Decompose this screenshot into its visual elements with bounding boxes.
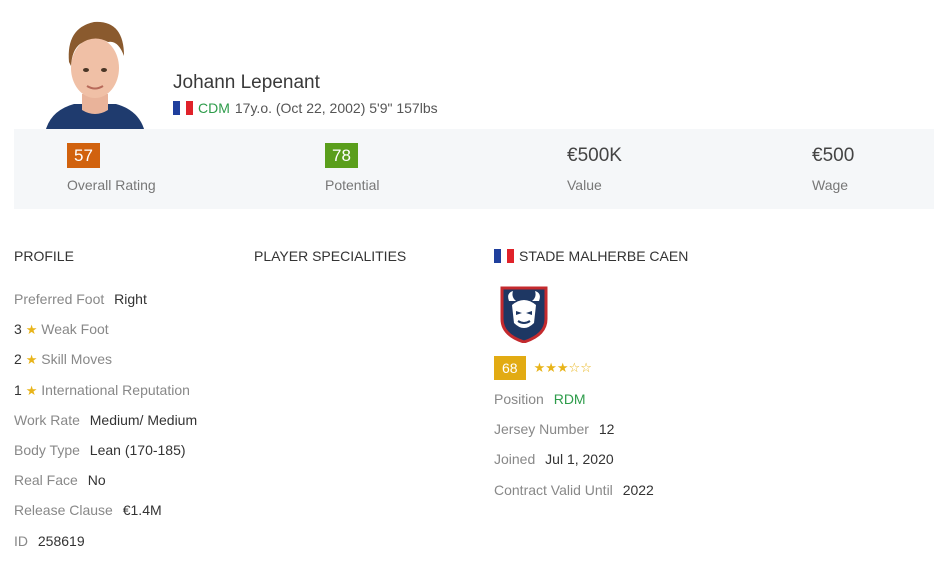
profile-row-work-rate: Work Rate Medium/ Medium — [14, 412, 197, 442]
club-rating: 68 ★★★☆☆ — [494, 356, 592, 380]
stat-label: Wage — [812, 177, 849, 193]
player-position-link[interactable]: CDM — [198, 100, 230, 116]
star-empty-icon: ☆ — [580, 360, 592, 375]
jersey-number-label: Jersey Number — [494, 421, 589, 438]
star-filled-icon: ★ — [556, 360, 569, 375]
stat-label: Value — [567, 177, 602, 193]
player-photo — [46, 21, 144, 129]
profile-row-release-clause: Release Clause €1.4M — [14, 502, 197, 532]
id-label: ID — [14, 532, 28, 549]
star-filled-icon: ★ — [545, 360, 557, 375]
joined-label: Joined — [494, 451, 536, 468]
profile-row-real-face: Real Face No — [14, 472, 197, 502]
weak-foot-value: 3 — [14, 321, 22, 338]
stat-potential: 78 Potential — [325, 143, 379, 193]
overall-rating-badge: 57 — [67, 143, 100, 168]
skill-moves-value: 2 — [14, 351, 22, 368]
club-rating-badge: 68 — [494, 356, 526, 380]
club-heading[interactable]: STADE MALHERBE CAEN — [494, 248, 688, 264]
club-crest-icon[interactable] — [499, 285, 549, 343]
profile-heading: PROFILE — [14, 248, 74, 264]
player-name: Johann Lepenant — [173, 72, 320, 93]
star-icon: ★ — [25, 322, 38, 338]
contract-value: 2022 — [622, 481, 654, 498]
profile-row-skill-moves: 2 ★ Skill Moves — [14, 351, 197, 381]
france-flag-icon — [494, 249, 515, 263]
stat-wage: €500 Wage — [812, 143, 854, 193]
profile-list: Preferred Foot Right 3 ★ Weak Foot 2 ★ S… — [14, 291, 197, 563]
france-flag-icon — [173, 101, 194, 115]
jersey-number-value: 12 — [598, 421, 615, 438]
preferred-foot-label: Preferred Foot — [14, 291, 105, 307]
club-position-label: Position — [494, 391, 544, 407]
profile-row-intl-rep: 1 ★ International Reputation — [14, 382, 197, 412]
preferred-foot-value: Right — [114, 291, 147, 307]
club-position-link[interactable]: RDM — [554, 391, 586, 407]
player-meta: CDM 17y.o. (Oct 22, 2002) 5'9" 157lbs — [173, 100, 438, 116]
joined-value: Jul 1, 2020 — [545, 451, 614, 468]
wage-amount: €500 — [812, 145, 855, 166]
star-icon: ★ — [25, 382, 38, 398]
profile-row-id: ID 258619 — [14, 533, 197, 563]
intl-rep-label: International Reputation — [41, 381, 190, 398]
release-clause-label: Release Clause — [14, 502, 113, 519]
specialities-heading: PLAYER SPECIALITIES — [254, 248, 407, 264]
club-row-jersey: Jersey Number 12 — [494, 421, 654, 451]
work-rate-label: Work Rate — [14, 411, 80, 428]
intl-rep-value: 1 — [14, 381, 22, 398]
stats-bar: 57 Overall Rating 78 Potential €500K Val… — [14, 129, 934, 209]
stat-label: Potential — [325, 177, 380, 193]
body-type-value: Lean (170-185) — [89, 441, 186, 458]
real-face-label: Real Face — [14, 472, 78, 489]
star-icon: ★ — [25, 352, 38, 368]
work-rate-value: Medium/ Medium — [89, 411, 198, 428]
real-face-value: No — [87, 472, 106, 489]
profile-row-weak-foot: 3 ★ Weak Foot — [14, 321, 197, 351]
potential-badge: 78 — [325, 143, 358, 168]
value-amount: €500K — [567, 145, 622, 166]
stat-overall: 57 Overall Rating — [67, 143, 156, 193]
profile-row-preferred-foot: Preferred Foot Right — [14, 291, 197, 321]
star-empty-icon: ☆ — [568, 360, 581, 375]
club-row-contract: Contract Valid Until 2022 — [494, 482, 654, 512]
club-name[interactable]: STADE MALHERBE CAEN — [519, 248, 688, 264]
skill-moves-label: Skill Moves — [41, 351, 113, 368]
stat-value: €500K Value — [567, 143, 622, 193]
club-stars-rating: ★★★☆☆ — [534, 360, 592, 376]
club-details: Position RDM Jersey Number 12 Joined Jul… — [494, 391, 654, 512]
player-details: 17y.o. (Oct 22, 2002) 5'9" 157lbs — [234, 100, 438, 116]
release-clause-value: €1.4M — [122, 502, 162, 519]
contract-label: Contract Valid Until — [494, 481, 613, 498]
id-value: 258619 — [37, 532, 85, 549]
stat-label: Overall Rating — [67, 177, 156, 193]
club-row-joined: Joined Jul 1, 2020 — [494, 451, 654, 481]
star-filled-icon: ★ — [533, 360, 546, 375]
body-type-label: Body Type — [14, 441, 80, 458]
weak-foot-label: Weak Foot — [41, 321, 109, 338]
profile-row-body-type: Body Type Lean (170-185) — [14, 442, 197, 472]
club-row-position: Position RDM — [494, 391, 654, 421]
